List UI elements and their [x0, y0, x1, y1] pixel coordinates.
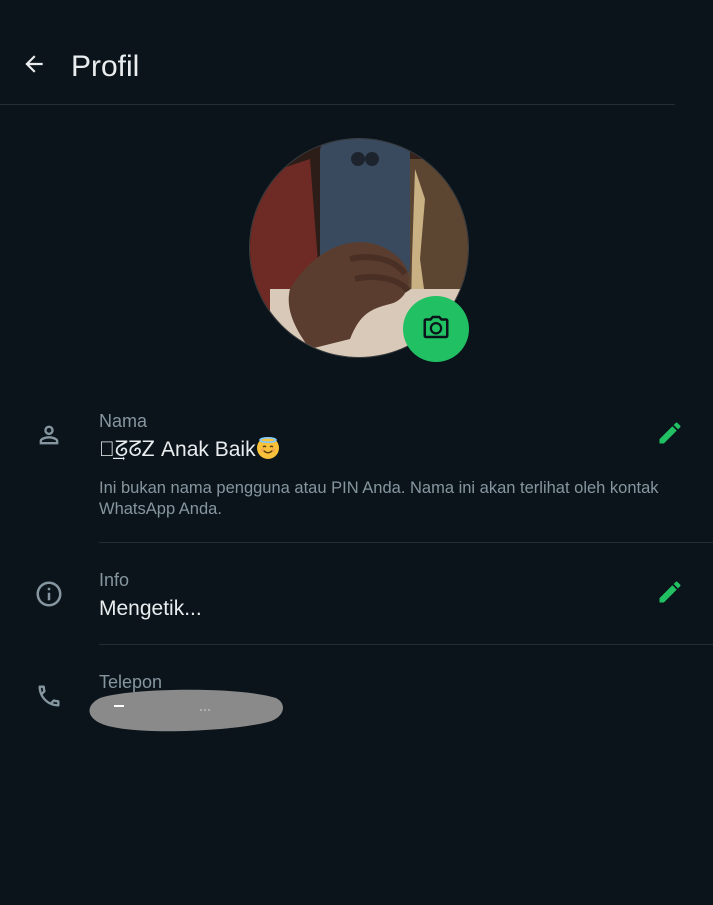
avatar-section	[249, 138, 469, 362]
divider	[99, 542, 713, 543]
redacted-phone-number	[88, 686, 284, 736]
name-value: ᡶ͢ᘔᘔᏃ Anak Baik	[99, 437, 279, 463]
smiling-halo-emoji-icon	[256, 437, 279, 459]
info-icon	[34, 579, 64, 609]
info-label: Info	[99, 570, 130, 590]
name-text: ᡶ͢ᘔᘔᏃ Anak Baik	[99, 438, 256, 461]
back-button[interactable]	[14, 46, 54, 86]
camera-icon	[421, 312, 451, 347]
name-label: Nama	[99, 411, 148, 431]
page-title: Profil	[71, 50, 140, 83]
info-value: Mengetik...	[99, 597, 202, 620]
profile-page: Profil Nama ᡶ͢ᘔᘔᏃ Anak Baik Ini bukan na…	[0, 0, 713, 905]
pencil-icon	[656, 578, 684, 611]
person-icon	[34, 420, 64, 450]
pencil-icon	[656, 419, 684, 452]
arrow-left-icon	[21, 51, 47, 82]
divider	[99, 644, 713, 645]
app-bar: Profil	[0, 0, 675, 105]
edit-info-button[interactable]	[652, 576, 688, 612]
name-hint: Ini bukan nama pengguna atau PIN Anda. N…	[99, 479, 659, 518]
edit-name-button[interactable]	[652, 417, 688, 453]
change-photo-button[interactable]	[403, 296, 469, 362]
phone-icon	[34, 681, 64, 711]
